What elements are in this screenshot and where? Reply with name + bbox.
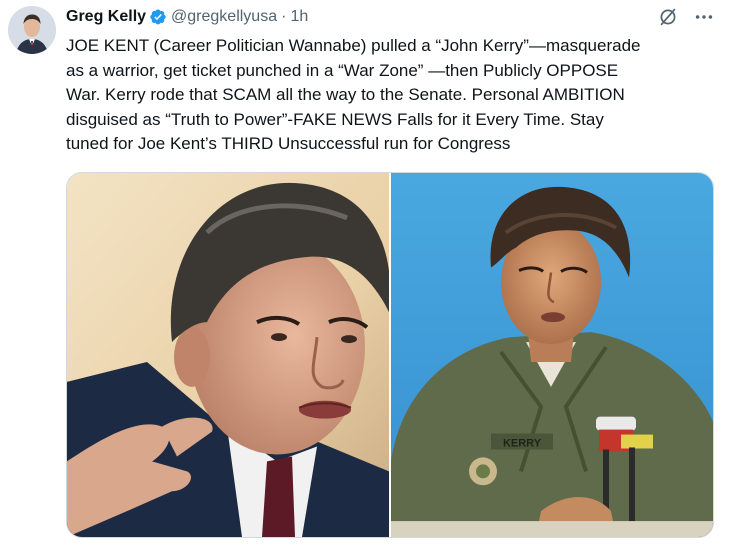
tweet[interactable]: Greg Kelly @gregkellyusa · 1h JOE KENT ( — [0, 0, 729, 547]
photo-man-in-suit — [67, 173, 389, 537]
media-photo-right[interactable]: KERRY — [391, 173, 713, 537]
uniform-name-tape: KERRY — [503, 438, 542, 450]
header-separator: · — [281, 8, 287, 25]
more-options-icon[interactable] — [693, 6, 715, 28]
tweet-media: KERRY — [66, 172, 714, 538]
display-name[interactable]: Greg Kelly — [66, 8, 146, 26]
photo-man-in-army-jacket: KERRY — [391, 173, 713, 537]
author-handle[interactable]: @gregkellyusa — [171, 8, 277, 26]
tweet-actions — [657, 6, 715, 28]
tweet-text: JOE KENT (Career Politician Wannabe) pul… — [66, 36, 641, 153]
avatar-image — [8, 6, 56, 54]
tweet-timestamp[interactable]: 1h — [290, 8, 308, 26]
verified-badge-icon — [149, 8, 167, 26]
media-photo-left[interactable] — [67, 173, 389, 537]
tweet-header: Greg Kelly @gregkellyusa · 1h — [66, 6, 308, 28]
grok-icon[interactable] — [657, 6, 679, 28]
avatar[interactable] — [8, 6, 56, 54]
